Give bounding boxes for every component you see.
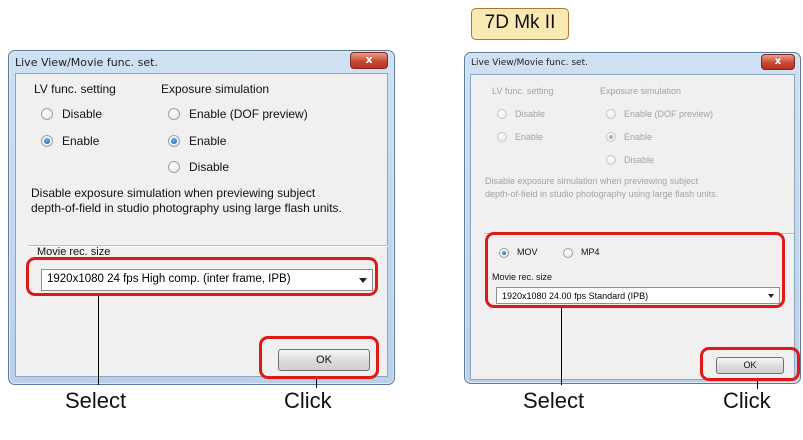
exposure-sim-heading: Exposure simulation	[600, 86, 682, 96]
dialog-title: Live View/Movie func. set.	[15, 56, 158, 69]
callout-line-select	[561, 308, 562, 385]
dialog-title-bar[interactable]: Live View/Movie func. set. x	[9, 51, 394, 73]
camera-model-label: 7D Mk II	[484, 12, 556, 33]
close-button[interactable]: x	[761, 54, 795, 70]
close-button[interactable]: x	[350, 52, 388, 69]
exp-enable-radio	[606, 132, 616, 142]
note-line-2: depth-of-field in studio photography usi…	[485, 189, 719, 199]
note-line-2: depth-of-field in studio photography usi…	[31, 201, 342, 215]
exposure-sim-heading: Exposure simulation	[161, 82, 270, 96]
note-line-1: Disable exposure simulation when preview…	[31, 186, 316, 200]
exp-dof-preview-label: Enable (DOF preview)	[624, 109, 714, 119]
exp-enable-radio[interactable]	[168, 135, 180, 147]
close-icon: x	[365, 53, 373, 66]
exp-disable-label: Disable	[624, 155, 655, 165]
exp-disable-radio[interactable]	[168, 161, 180, 173]
dialog-title: Live View/Movie func. set.	[471, 58, 588, 68]
lv-enable-radio[interactable]	[41, 135, 53, 147]
exp-disable-label: Disable	[189, 160, 230, 174]
highlight-format-and-size	[485, 232, 785, 308]
callout-select-left: Select	[65, 388, 127, 413]
note-line-1: Disable exposure simulation when preview…	[485, 176, 699, 186]
dialog-live-view-movie-settings-7d: Live View/Movie func. set. x LV func. se…	[464, 52, 801, 384]
exp-enable-label: Enable	[189, 134, 227, 148]
dialog-client-area: LV func. setting Exposure simulation Dis…	[15, 73, 388, 377]
lv-func-heading: LV func. setting	[492, 86, 554, 96]
exp-dof-preview-label: Enable (DOF preview)	[189, 107, 308, 121]
lv-enable-label: Enable	[515, 132, 544, 142]
lv-disable-radio[interactable]	[41, 108, 53, 120]
close-icon: x	[774, 56, 782, 67]
exp-disable-radio	[606, 155, 616, 165]
callout-line-select	[98, 296, 99, 385]
camera-model-badge: 7D Mk II	[471, 8, 569, 40]
dialog-client-area: LV func. setting Exposure simulation Dis…	[470, 74, 795, 380]
lv-disable-radio	[497, 109, 507, 119]
highlight-ok-button	[259, 336, 379, 379]
lv-func-heading: LV func. setting	[34, 82, 116, 96]
exp-dof-preview-radio[interactable]	[168, 108, 180, 120]
callout-select-right: Select	[523, 388, 585, 413]
dialog-live-view-movie-settings: Live View/Movie func. set. x LV func. se…	[8, 50, 395, 385]
lv-enable-radio	[497, 132, 507, 142]
lv-disable-label: Disable	[515, 109, 546, 119]
callout-click-left: Click	[284, 388, 332, 413]
lv-disable-label: Disable	[62, 107, 103, 121]
lv-enable-label: Enable	[62, 134, 100, 148]
highlight-ok-button	[700, 347, 800, 381]
highlight-movie-size	[26, 257, 378, 296]
exp-dof-preview-radio	[606, 109, 616, 119]
callout-click-right: Click	[723, 388, 771, 413]
dialog-title-bar[interactable]: Live View/Movie func. set. x	[465, 53, 800, 73]
callout-line-click	[316, 379, 317, 388]
exp-enable-label: Enable	[624, 132, 653, 142]
